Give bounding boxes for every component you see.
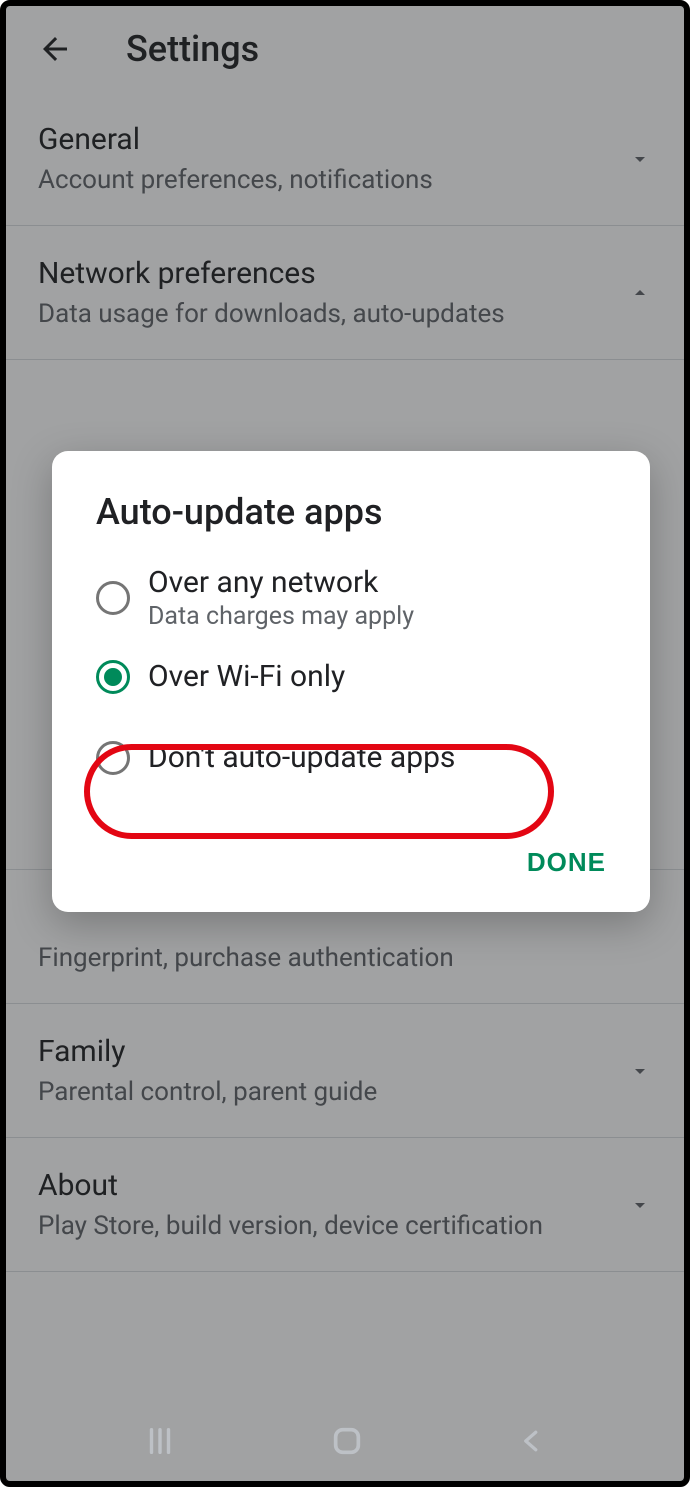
radio-option-wifi-only[interactable]: Over Wi-Fi only — [52, 645, 650, 708]
radio-icon — [96, 741, 130, 775]
nav-back-icon[interactable] — [517, 1426, 547, 1456]
radio-label: Over Wi-Fi only — [148, 659, 345, 694]
radio-option-any-network[interactable]: Over any network Data charges may apply — [52, 551, 650, 645]
radio-icon — [96, 581, 130, 615]
radio-icon-selected — [96, 660, 130, 694]
done-button[interactable]: DONE — [527, 847, 606, 878]
radio-sublabel: Data charges may apply — [148, 602, 414, 631]
nav-recent-icon[interactable] — [143, 1424, 177, 1458]
nav-home-icon[interactable] — [330, 1424, 364, 1458]
radio-label: Over any network — [148, 565, 414, 600]
radio-option-dont-update[interactable]: Don't auto-update apps — [52, 708, 650, 807]
radio-label: Don't auto-update apps — [148, 740, 455, 775]
auto-update-dialog: Auto-update apps Over any network Data c… — [52, 451, 650, 912]
dialog-title: Auto-update apps — [52, 491, 650, 551]
system-nav-bar — [6, 1401, 684, 1481]
